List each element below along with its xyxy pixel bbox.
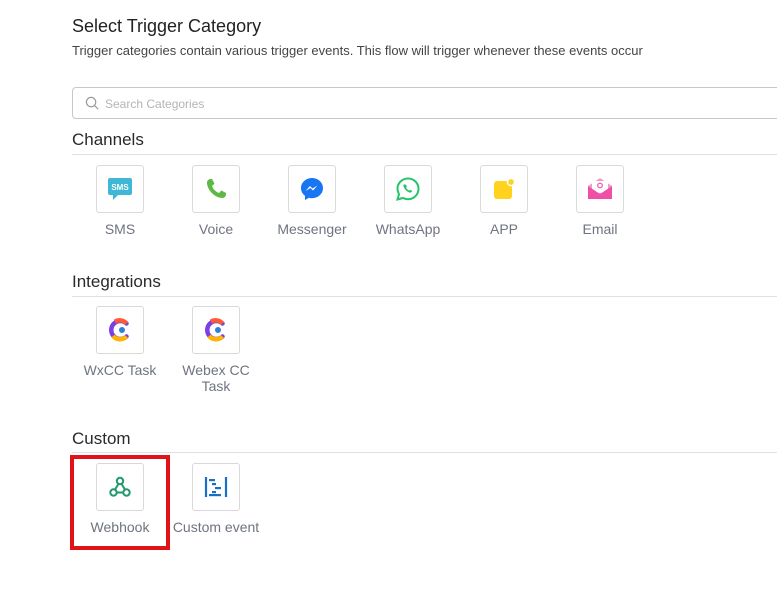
category-tile[interactable]: SMS: [96, 165, 144, 213]
category-label: WhatsApp: [375, 221, 441, 237]
sms-icon: SMS: [108, 178, 132, 200]
search-box[interactable]: [72, 87, 777, 119]
phone-icon: [207, 179, 226, 198]
whatsapp-icon: [396, 177, 420, 201]
email-icon: [588, 178, 612, 199]
category-sms[interactable]: SMS SMS: [72, 165, 168, 237]
wxcc-icon: [109, 318, 129, 342]
category-webex-cc-task[interactable]: Webex CC Task: [168, 306, 264, 394]
section-title-integrations: Integrations: [72, 272, 161, 291]
category-tile[interactable]: [384, 165, 432, 213]
category-custom-event[interactable]: Custom event: [168, 463, 264, 535]
category-label: Email: [582, 221, 618, 237]
category-label: Webex CC Task: [182, 362, 250, 394]
category-label: WxCC Task: [83, 362, 157, 378]
category-tile[interactable]: [288, 165, 336, 213]
page-title: Select Trigger Category: [72, 16, 262, 36]
category-voice[interactable]: Voice: [168, 165, 264, 237]
category-tile[interactable]: [192, 165, 240, 213]
category-tile[interactable]: [576, 165, 624, 213]
category-tile[interactable]: [192, 306, 240, 354]
webex-cc-icon: [205, 318, 225, 342]
category-app[interactable]: APP: [456, 165, 552, 237]
category-whatsapp[interactable]: WhatsApp: [360, 165, 456, 237]
custom-event-icon: [204, 477, 228, 497]
category-email[interactable]: Email: [552, 165, 648, 237]
messenger-icon: [301, 178, 323, 200]
category-tile[interactable]: [192, 463, 240, 511]
divider: [72, 154, 777, 155]
category-label: Messenger: [277, 221, 347, 237]
category-tile[interactable]: [480, 165, 528, 213]
category-label: APP: [489, 221, 518, 237]
svg-text:SMS: SMS: [111, 183, 129, 192]
category-messenger[interactable]: Messenger: [264, 165, 360, 237]
category-label: SMS: [104, 221, 136, 237]
search-input[interactable]: [105, 94, 765, 114]
app-icon: [494, 177, 516, 199]
search-icon: [85, 96, 99, 110]
divider: [72, 296, 777, 297]
category-tile[interactable]: [96, 306, 144, 354]
section-title-channels: Channels: [72, 130, 144, 149]
category-label: Voice: [198, 221, 234, 237]
selection-highlight: [70, 455, 170, 550]
trigger-category-panel: Select Trigger Category Trigger categori…: [0, 0, 777, 593]
section-title-custom: Custom: [72, 429, 131, 448]
divider: [72, 452, 777, 453]
page-subtitle: Trigger categories contain various trigg…: [72, 43, 643, 58]
category-label: Custom event: [172, 519, 260, 535]
category-wxcc-task[interactable]: WxCC Task: [72, 306, 168, 378]
